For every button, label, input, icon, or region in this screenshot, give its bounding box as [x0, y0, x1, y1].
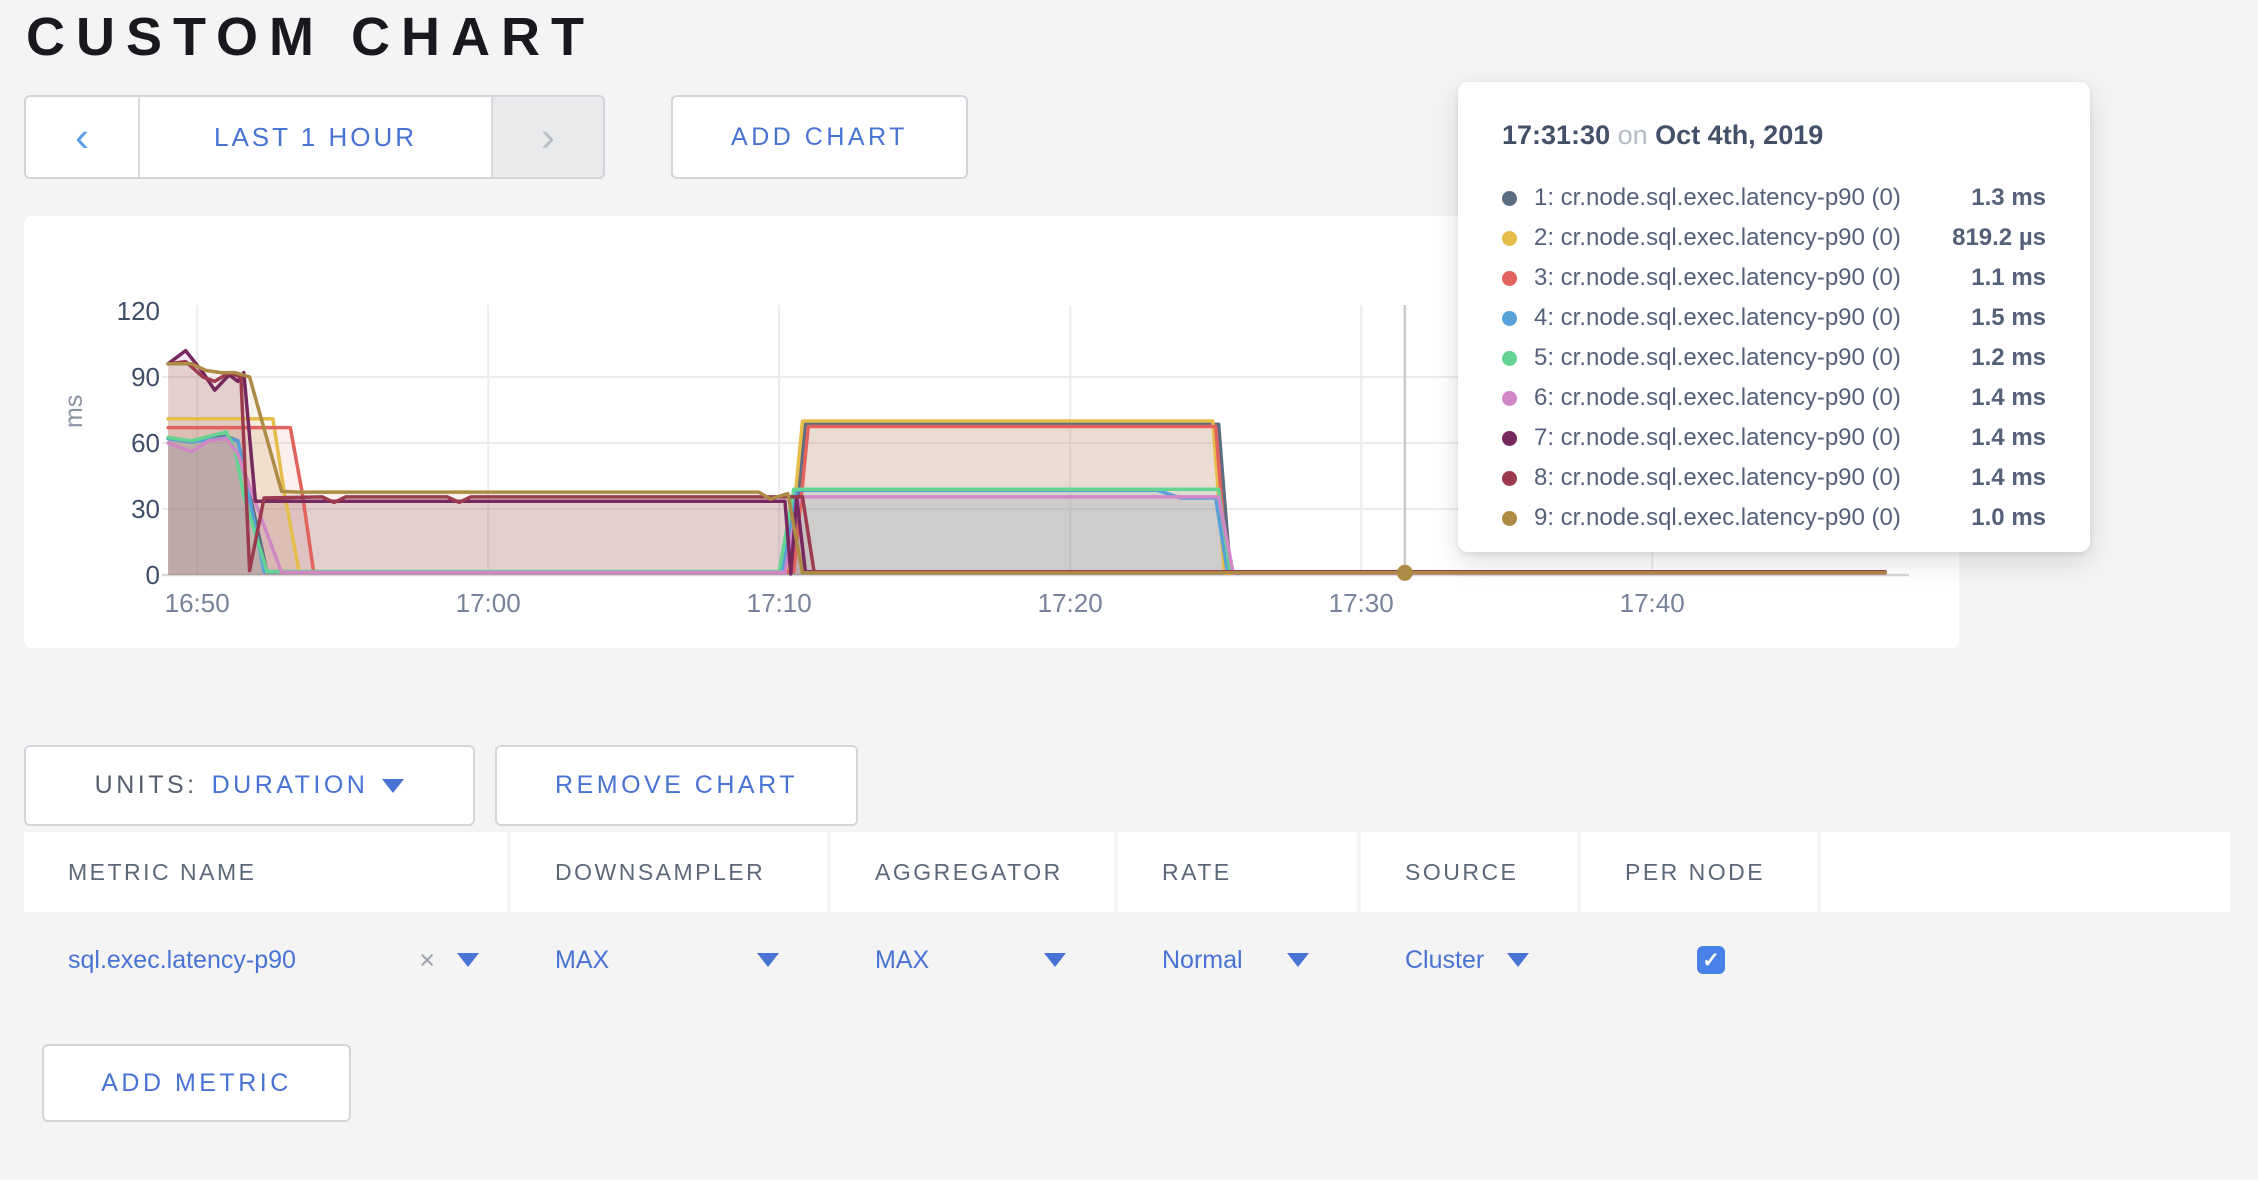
x-tick-label: 17:00	[423, 588, 553, 619]
downsampler-value: MAX	[555, 946, 609, 975]
units-dropdown[interactable]: UNITS: DURATION	[24, 745, 475, 826]
column-header-metric-name: METRIC NAME	[24, 832, 507, 912]
metric-row: sql.exec.latency-p90 × MAX MAX Normal Cl…	[24, 912, 2230, 1008]
chevron-down-icon	[382, 779, 404, 793]
rate-select[interactable]: Normal	[1118, 912, 1357, 1008]
series-value: 1.4 ms	[1916, 424, 2046, 452]
rate-value: Normal	[1162, 946, 1243, 975]
downsampler-select[interactable]: MAX	[511, 912, 827, 1008]
tooltip-series-row: 6: cr.node.sql.exec.latency-p90 (0)1.4 m…	[1502, 378, 2046, 418]
series-label: 9: cr.node.sql.exec.latency-p90 (0)	[1534, 504, 1916, 532]
tooltip-series-row: 7: cr.node.sql.exec.latency-p90 (0)1.4 m…	[1502, 418, 2046, 458]
tooltip-series-row: 1: cr.node.sql.exec.latency-p90 (0)1.3 m…	[1502, 178, 2046, 218]
units-value: DURATION	[212, 771, 369, 800]
tooltip-series-row: 4: cr.node.sql.exec.latency-p90 (0)1.5 m…	[1502, 298, 2046, 338]
tooltip-time: 17:31:30	[1502, 120, 1610, 150]
series-label: 1: cr.node.sql.exec.latency-p90 (0)	[1534, 184, 1916, 212]
series-label: 5: cr.node.sql.exec.latency-p90 (0)	[1534, 344, 1916, 372]
series-color-dot-icon	[1502, 311, 1517, 326]
y-tick-label: 30	[80, 494, 160, 525]
y-tick-label: 120	[80, 296, 160, 327]
y-axis-unit-label: ms	[60, 395, 89, 428]
aggregator-select[interactable]: MAX	[831, 912, 1114, 1008]
tooltip-series-row: 2: cr.node.sql.exec.latency-p90 (0)819.2…	[1502, 218, 2046, 258]
tooltip-date: Oct 4th, 2019	[1655, 120, 1823, 150]
series-value: 1.1 ms	[1916, 264, 2046, 292]
column-header-downsampler: DOWNSAMPLER	[511, 832, 827, 912]
series-color-dot-icon	[1502, 191, 1517, 206]
series-label: 8: cr.node.sql.exec.latency-p90 (0)	[1534, 464, 1916, 492]
series-label: 3: cr.node.sql.exec.latency-p90 (0)	[1534, 264, 1916, 292]
column-header-per-node: PER NODE	[1581, 832, 1817, 912]
series-value: 1.4 ms	[1916, 464, 2046, 492]
check-icon: ✓	[1702, 948, 1720, 973]
x-tick-label: 17:10	[714, 588, 844, 619]
column-header-aggregator: AGGREGATOR	[831, 832, 1114, 912]
per-node-checkbox[interactable]: ✓	[1697, 946, 1725, 974]
chevron-down-icon	[757, 953, 779, 967]
tooltip-series-row: 5: cr.node.sql.exec.latency-p90 (0)1.2 m…	[1502, 338, 2046, 378]
series-value: 1.3 ms	[1916, 184, 2046, 212]
chevron-down-icon	[1287, 953, 1309, 967]
series-color-dot-icon	[1502, 271, 1517, 286]
remove-chart-button[interactable]: REMOVE CHART	[495, 745, 858, 826]
actions-cell: REMOVE METRIC	[1821, 912, 2230, 1008]
x-tick-label: 16:50	[132, 588, 262, 619]
y-tick-label: 0	[80, 560, 160, 591]
series-value: 1.2 ms	[1916, 344, 2046, 372]
series-label: 2: cr.node.sql.exec.latency-p90 (0)	[1534, 224, 1916, 252]
series-color-dot-icon	[1502, 351, 1517, 366]
time-window-label[interactable]: LAST 1 HOUR	[138, 97, 491, 177]
time-window-next-button[interactable]: ›	[491, 97, 603, 177]
tooltip-on-word: on	[1618, 120, 1648, 150]
y-tick-label: 60	[80, 428, 160, 459]
tooltip-timestamp: 17:31:30 on Oct 4th, 2019	[1502, 120, 1823, 151]
chevron-down-icon	[1044, 953, 1066, 967]
clear-metric-icon[interactable]: ×	[419, 945, 435, 976]
units-label: UNITS:	[95, 771, 198, 800]
series-color-dot-icon	[1502, 511, 1517, 526]
add-metric-button[interactable]: ADD METRIC	[42, 1044, 351, 1122]
tooltip-series-row: 9: cr.node.sql.exec.latency-p90 (0)1.0 m…	[1502, 498, 2046, 538]
series-value: 1.5 ms	[1916, 304, 2046, 332]
series-value: 819.2 µs	[1916, 224, 2046, 252]
source-value: Cluster	[1405, 946, 1484, 975]
column-header-actions	[1821, 832, 2230, 912]
time-window-prev-button[interactable]: ‹	[26, 97, 138, 177]
column-header-rate: RATE	[1118, 832, 1357, 912]
series-label: 6: cr.node.sql.exec.latency-p90 (0)	[1534, 384, 1916, 412]
source-select[interactable]: Cluster	[1361, 912, 1577, 1008]
series-value: 1.4 ms	[1916, 384, 2046, 412]
series-color-dot-icon	[1502, 231, 1517, 246]
add-chart-button[interactable]: ADD CHART	[671, 95, 968, 179]
aggregator-value: MAX	[875, 946, 929, 975]
x-tick-label: 17:20	[1005, 588, 1135, 619]
chevron-down-icon	[1507, 953, 1529, 967]
metric-name-cell: sql.exec.latency-p90 ×	[24, 912, 507, 1008]
metrics-table-header: METRIC NAME DOWNSAMPLER AGGREGATOR RATE …	[24, 832, 2230, 912]
column-header-source: SOURCE	[1361, 832, 1577, 912]
series-label: 4: cr.node.sql.exec.latency-p90 (0)	[1534, 304, 1916, 332]
page-title: CUSTOM CHART	[26, 6, 595, 68]
chart-tooltip: 17:31:30 on Oct 4th, 2019 1: cr.node.sql…	[1458, 82, 2090, 552]
series-color-dot-icon	[1502, 391, 1517, 406]
series-value: 1.0 ms	[1916, 504, 2046, 532]
metric-name-value[interactable]: sql.exec.latency-p90	[68, 946, 296, 975]
metric-name-chevron-down-icon[interactable]	[457, 953, 479, 967]
x-tick-label: 17:30	[1296, 588, 1426, 619]
tooltip-series-row: 8: cr.node.sql.exec.latency-p90 (0)1.4 m…	[1502, 458, 2046, 498]
time-window-selector: ‹ LAST 1 HOUR ›	[24, 95, 605, 179]
series-label: 7: cr.node.sql.exec.latency-p90 (0)	[1534, 424, 1916, 452]
x-tick-label: 17:40	[1587, 588, 1717, 619]
per-node-cell: ✓	[1581, 912, 1817, 1008]
series-color-dot-icon	[1502, 431, 1517, 446]
tooltip-series-row: 3: cr.node.sql.exec.latency-p90 (0)1.1 m…	[1502, 258, 2046, 298]
tooltip-series-list: 1: cr.node.sql.exec.latency-p90 (0)1.3 m…	[1502, 178, 2046, 538]
series-color-dot-icon	[1502, 471, 1517, 486]
y-tick-label: 90	[80, 362, 160, 393]
